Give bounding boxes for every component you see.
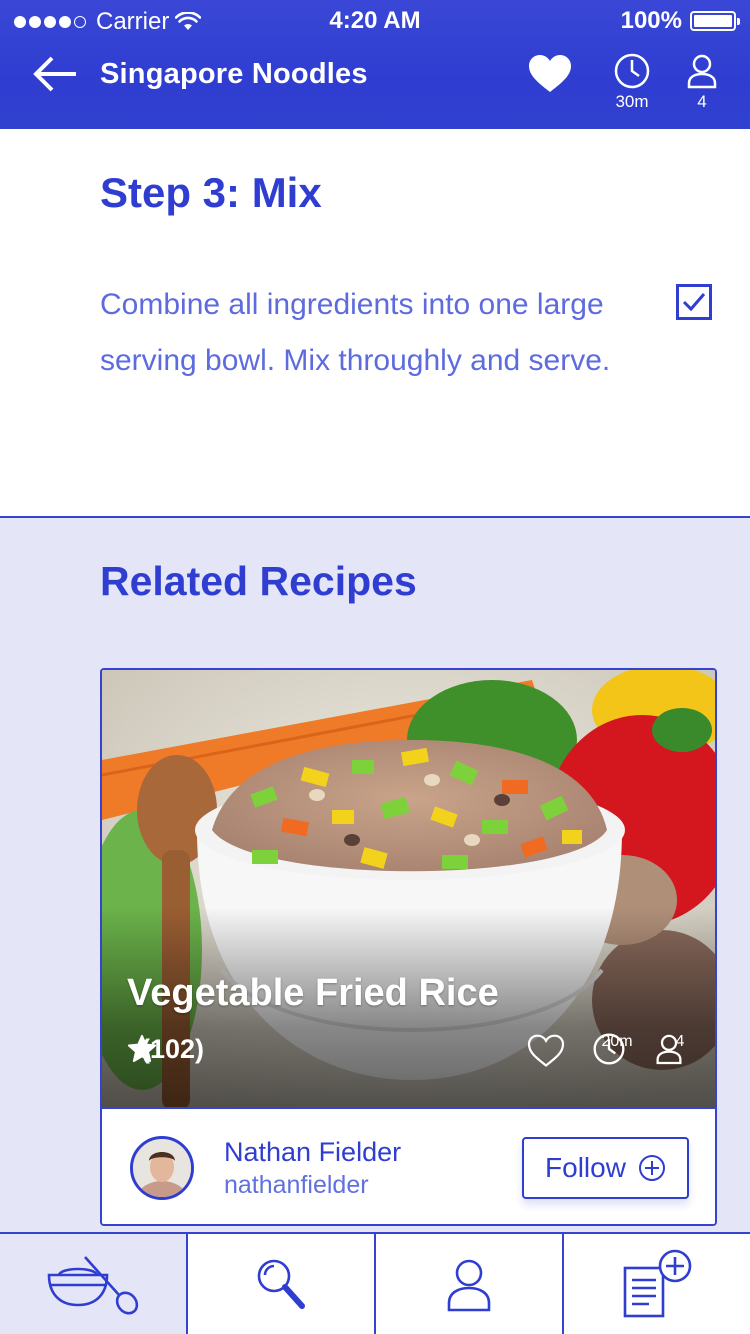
author-name[interactable]: Nathan Fielder [224,1137,401,1168]
plus-circle-icon [638,1155,665,1181]
author-row: Nathan Fielder nathanfielder Follow [102,1107,715,1224]
page-title: Singapore Noodles [100,58,368,90]
follow-button[interactable]: Follow [522,1137,689,1199]
star-half-icon [127,1034,157,1062]
card-cook-time: 20m [592,1032,642,1065]
step-instructions: Combine all ingredients into one large s… [100,288,611,377]
step-complete-checkbox[interactable] [676,284,712,320]
heart-outline-icon [527,1034,565,1067]
add-recipe-icon [623,1249,692,1318]
cook-time: 30m [602,52,662,112]
star-rating: (102) [127,1034,204,1065]
favorite-button[interactable] [527,54,573,94]
person-icon [656,1034,682,1065]
tab-profile[interactable] [376,1234,564,1334]
servings: 4 [672,52,732,112]
step-section: Step 3: Mix Combine all ingredients into… [0,129,750,516]
tab-search[interactable] [188,1234,376,1334]
heart-icon [529,55,571,92]
profile-icon [447,1259,491,1312]
author-photo [133,1139,191,1197]
nav-bar: Singapore Noodles 30m 4 [0,44,750,124]
status-bar: Carrier 4:20 AM 100% [0,0,750,40]
back-arrow-icon [33,56,76,92]
search-icon [257,1259,305,1309]
card-servings: 4 [655,1032,705,1065]
clock-icon [614,53,650,89]
clock-icon [593,1033,625,1065]
tab-recipes[interactable] [0,1234,188,1334]
person-icon [687,54,717,89]
tab-add-recipe[interactable] [564,1234,750,1334]
recipe-header: Carrier 4:20 AM 100% Singapore Noodles 3… [0,0,750,129]
back-button[interactable] [30,54,80,94]
recipe-title: Vegetable Fried Rice [127,972,499,1014]
section-title: Related Recipes [100,558,417,604]
bowl-spoon-icon [47,1256,139,1315]
checkmark-icon [682,293,706,312]
recipe-photo[interactable]: Vegetable Fried Rice (102) 20m 4 [102,670,715,1107]
step-title: Step 3: Mix [100,169,322,216]
tab-bar [0,1232,750,1334]
recipe-card[interactable]: Vegetable Fried Rice (102) 20m 4 Nathan … [100,668,717,1226]
battery-icon [690,11,740,31]
servings-label: 4 [697,92,707,111]
author-handle: nathanfielder [224,1171,369,1199]
avatar[interactable] [130,1136,194,1200]
follow-label: Follow [545,1152,626,1183]
cook-time-label: 30m [615,92,649,111]
battery-percent: 100% [620,7,682,34]
